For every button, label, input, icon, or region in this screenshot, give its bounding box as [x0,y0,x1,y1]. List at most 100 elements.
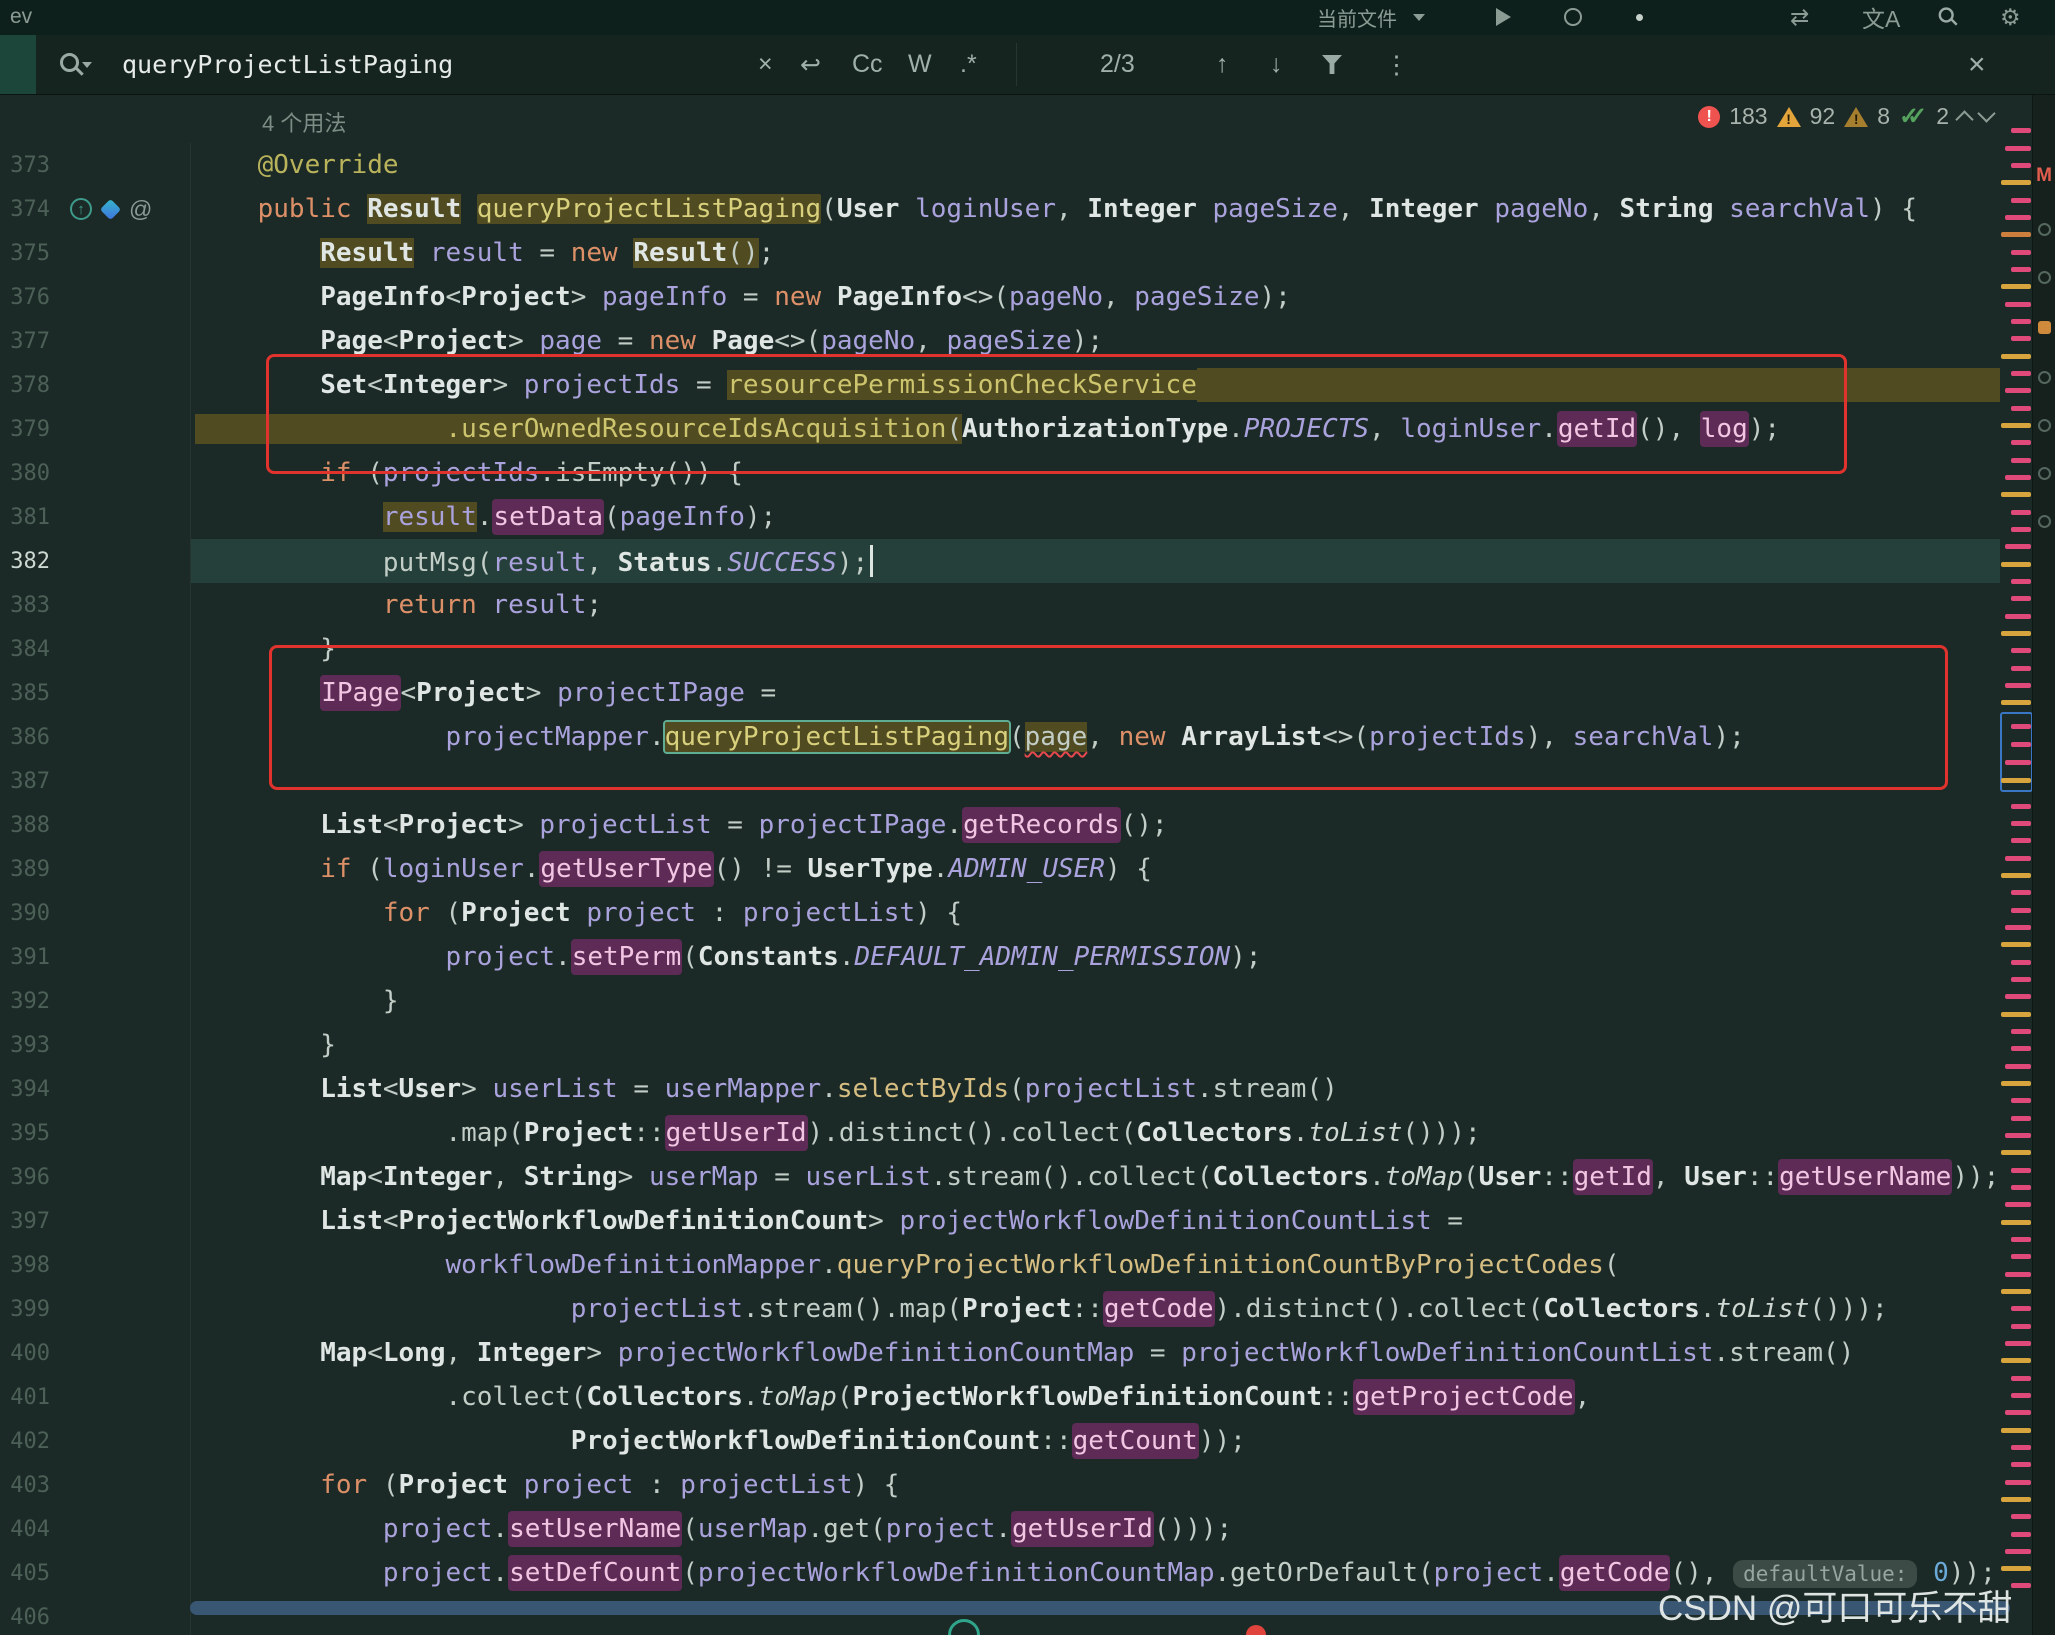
code-line[interactable]: 395 .map(Project::getUserId).distinct().… [0,1111,2000,1155]
stripe-mark[interactable] [2005,925,2031,930]
stripe-mark[interactable] [2005,302,2031,307]
words-toggle[interactable]: W [908,35,932,94]
debug-button[interactable] [1564,3,1582,31]
stripe-mark[interactable] [2011,1324,2031,1329]
code-line[interactable]: 373 @Override [0,143,2000,187]
stripe-mark[interactable] [2005,1064,2031,1069]
code-line[interactable]: 404 project.setUserName(userMap.get(proj… [0,1507,2000,1551]
code-line[interactable]: 397 List<ProjectWorkflowDefinitionCount>… [0,1199,2000,1243]
prev-problem-icon[interactable] [1955,110,1973,128]
stripe-mark[interactable] [2001,1012,2031,1017]
stripe-mark[interactable] [2011,1445,2031,1450]
search-history-button[interactable] [58,35,88,94]
stripe-mark[interactable] [2005,1341,2031,1346]
stripe-mark[interactable] [2011,406,2031,411]
stripe-mark[interactable] [2011,1393,2031,1398]
code-line[interactable]: 400 Map<Long, Integer> projectWorkflowDe… [0,1331,2000,1375]
next-match-button[interactable]: ↓ [1270,35,1283,94]
stripe-mark[interactable] [2005,544,2031,549]
code-line[interactable]: 403 for (Project project : projectList) … [0,1463,2000,1507]
stripe-mark[interactable] [2011,1185,2031,1190]
code-line[interactable]: 381 result.setData(pageInfo); [0,495,2000,539]
code-line[interactable]: 376 PageInfo<Project> pageInfo = new Pag… [0,275,2000,319]
stripe-mark[interactable] [2001,180,2031,185]
code-line[interactable]: 394 List<User> userList = userMapper.sel… [0,1067,2000,1111]
stripe-mark[interactable] [2005,1272,2031,1277]
stripe-mark[interactable] [2001,873,2031,878]
stripe-mark[interactable] [2011,1306,2031,1311]
stripe-mark[interactable] [2001,354,2031,359]
stripe-mark[interactable] [2011,250,2031,255]
stripe-mark[interactable] [2005,683,2031,688]
stripe-mark[interactable] [2005,475,2031,480]
code-line[interactable]: 399 projectList.stream().map(Project::ge… [0,1287,2000,1331]
tool-stripe-accent[interactable] [0,35,36,94]
stripe-mark[interactable] [2001,1358,2031,1363]
stripe-mark[interactable] [2001,284,2031,289]
code-line[interactable]: 396 Map<Integer, String> userMap = userL… [0,1155,2000,1199]
code-line[interactable]: 398 workflowDefinitionMapper.queryProjec… [0,1243,2000,1287]
run-button[interactable] [1496,3,1511,31]
stripe-mark[interactable] [2011,1237,2031,1242]
stripe-mark[interactable] [2011,1168,2031,1173]
stripe-mark[interactable] [2005,614,2031,619]
stripe-mark[interactable] [2011,666,2031,671]
right-strip-icon[interactable] [2036,371,2052,384]
right-strip-icon[interactable] [2036,223,2052,236]
code-line[interactable]: 388 List<Project> projectList = projectI… [0,803,2000,847]
stripe-mark[interactable] [2001,562,2031,567]
stripe-mark[interactable] [2005,1549,2031,1554]
stripe-mark[interactable] [2011,977,2031,982]
stripe-mark[interactable] [2001,1150,2031,1155]
stripe-mark[interactable] [2011,1029,2031,1034]
right-strip-icon[interactable] [2036,321,2052,334]
code-line[interactable]: 375 Result result = new Result(); [0,231,2000,275]
close-search-button[interactable]: × [1968,35,1986,94]
stripe-mark[interactable] [2011,742,2031,747]
translate-icon[interactable]: 文A [1862,3,1900,31]
code-line[interactable]: 374↑@ public Result queryProjectListPagi… [0,187,2000,231]
override-gutter-icon[interactable]: ↑ [70,198,92,220]
stripe-mark[interactable] [2001,1220,2031,1225]
stripe-mark[interactable] [2005,760,2031,765]
stripe-mark[interactable] [2001,1081,2031,1086]
stripe-mark[interactable] [2001,942,2031,947]
stripe-mark[interactable] [2001,778,2031,783]
stripe-mark[interactable] [2001,1428,2031,1433]
stripe-mark[interactable] [2005,1133,2031,1138]
code-line[interactable]: 392 } [0,979,2000,1023]
error-stripe[interactable] [2000,0,2033,1635]
stripe-mark[interactable] [2011,1514,2031,1519]
stripe-mark[interactable] [2005,146,2031,151]
stripe-mark[interactable] [2011,804,2031,809]
stripe-mark[interactable] [2011,648,2031,653]
regex-toggle[interactable]: .* [960,35,977,94]
right-strip-icon[interactable] [2036,271,2052,284]
right-strip-icon[interactable] [2036,467,2052,480]
stripe-mark[interactable] [2011,1462,2031,1467]
stripe-mark[interactable] [2011,198,2031,203]
stripe-mark[interactable] [2005,388,2031,393]
stripe-mark[interactable] [2011,1046,2031,1051]
code-line[interactable]: 391 project.setPerm(Constants.DEFAULT_AD… [0,935,2000,979]
stripe-mark[interactable] [2011,319,2031,324]
stripe-mark[interactable] [2011,1532,2031,1537]
stripe-mark[interactable] [2001,700,2031,705]
git-branch-label[interactable]: ev [10,3,32,31]
more-options-button[interactable]: ⋮ [1384,35,1409,94]
stripe-mark[interactable] [2005,215,2031,220]
filter-button[interactable] [1322,35,1342,94]
stripe-mark[interactable] [2001,1289,2031,1294]
diff-gutter-icon[interactable] [100,198,121,219]
stripe-mark[interactable] [2011,1376,2031,1381]
search-everywhere-button[interactable] [1934,3,1964,31]
clear-search-button[interactable]: × [758,35,773,94]
search-input[interactable]: queryProjectListPaging [122,35,453,94]
run-config-selector[interactable]: 当前文件 [1317,3,1425,31]
stripe-mark[interactable] [2011,838,2031,843]
stripe-mark[interactable] [2001,492,2031,497]
stripe-mark[interactable] [2011,267,2031,272]
stripe-mark[interactable] [2011,724,2031,729]
stripe-mark[interactable] [2011,510,2031,515]
stripe-mark[interactable] [2011,527,2031,532]
